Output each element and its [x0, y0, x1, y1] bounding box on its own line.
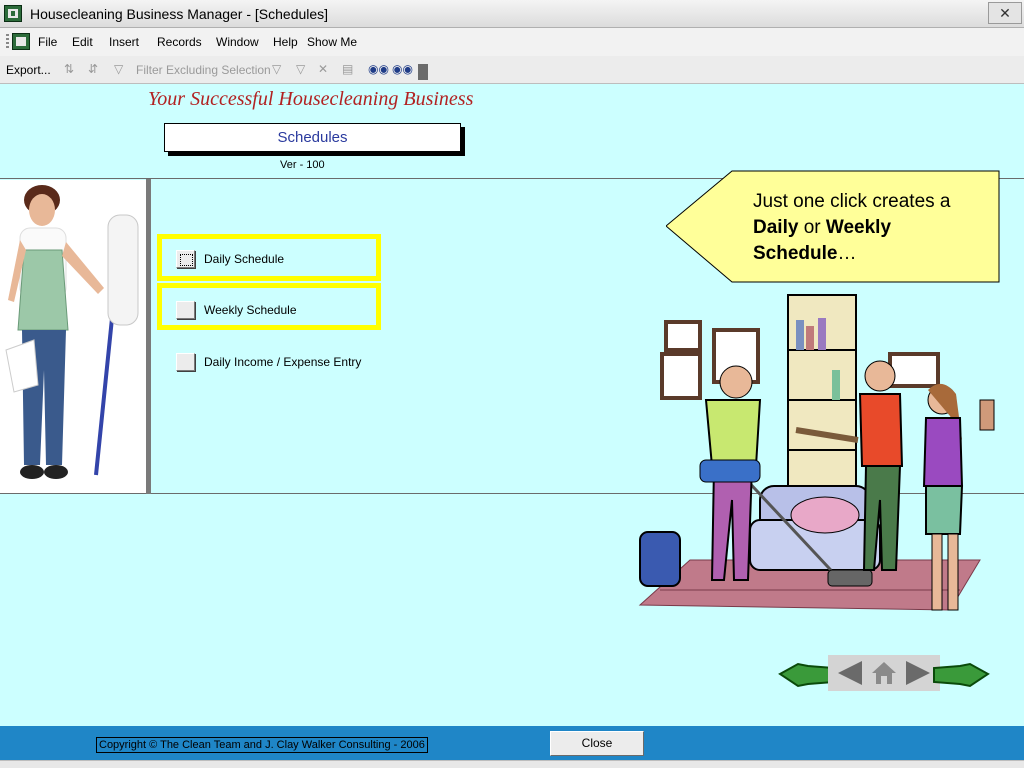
- form-icon[interactable]: [12, 33, 30, 50]
- next-arrow-icon[interactable]: [904, 659, 932, 687]
- menu-bar: File Edit Insert Records Window Help Sho…: [0, 28, 1024, 56]
- income-expense-entry-label[interactable]: Daily Income / Expense Entry: [204, 355, 361, 369]
- home-icon[interactable]: [870, 659, 898, 687]
- remove-filter-icon[interactable]: ▽: [296, 62, 305, 76]
- record-navigation: [828, 655, 940, 691]
- menu-insert[interactable]: Insert: [109, 35, 139, 49]
- app-icon: [4, 5, 22, 22]
- toolbar-options-icon[interactable]: [418, 64, 428, 80]
- toolbar: Export... ⇅ ⇵ ▽ Filter Excluding Selecti…: [0, 56, 1024, 84]
- daily-schedule-button[interactable]: [176, 250, 195, 268]
- menu-show-me[interactable]: Show Me: [307, 35, 357, 49]
- status-bar: [0, 760, 1024, 768]
- housekeeper-photo: [0, 180, 146, 493]
- callout-daily: Daily: [753, 217, 799, 238]
- toolbar-grip-icon[interactable]: [6, 34, 9, 50]
- filter-excluding-selection-button[interactable]: Filter Excluding Selection: [136, 63, 271, 77]
- menu-records[interactable]: Records: [157, 35, 202, 49]
- callout-text: Just one click creates a Daily or Weekly…: [753, 189, 983, 267]
- callout-text-or: or: [798, 217, 826, 238]
- window-close-button[interactable]: ✕: [988, 2, 1022, 24]
- copyright-notice: Copyright © The Clean Team and J. Clay W…: [96, 737, 428, 753]
- right-pointing-hand-icon: [933, 662, 990, 688]
- housekeeper-illustration-icon: [5, 185, 139, 479]
- find-next-icon[interactable]: ◉◉: [392, 62, 413, 76]
- close-button[interactable]: Close: [550, 731, 644, 756]
- callout-text-intro: Just one click creates a: [753, 191, 951, 212]
- title-bar: Housecleaning Business Manager - [Schedu…: [0, 0, 1024, 28]
- cleaning-team-illustration: [638, 294, 995, 611]
- find-icon[interactable]: ◉◉: [368, 62, 389, 76]
- weekly-schedule-label[interactable]: Weekly Schedule: [204, 303, 297, 317]
- weekly-schedule-button[interactable]: [176, 301, 195, 319]
- new-record-icon[interactable]: ▤: [342, 62, 353, 76]
- callout-ellipsis: …: [837, 243, 857, 264]
- brand-heading: Your Successful Housecleaning Business: [148, 88, 474, 110]
- vertical-divider: [146, 179, 151, 494]
- previous-arrow-icon[interactable]: [836, 659, 864, 687]
- filter-by-form-icon[interactable]: ▽: [272, 62, 281, 76]
- menu-window[interactable]: Window: [216, 35, 259, 49]
- menu-edit[interactable]: Edit: [72, 35, 93, 49]
- menu-file[interactable]: File: [38, 35, 57, 49]
- window-title: Housecleaning Business Manager - [Schedu…: [30, 6, 329, 22]
- filter-icon[interactable]: ▽: [114, 62, 123, 76]
- daily-schedule-label[interactable]: Daily Schedule: [204, 252, 284, 266]
- sort-ascending-icon[interactable]: ⇅: [64, 62, 74, 76]
- menu-help[interactable]: Help: [273, 35, 298, 49]
- form-title: Schedules: [277, 129, 348, 146]
- sort-descending-icon[interactable]: ⇵: [88, 62, 98, 76]
- income-expense-entry-button[interactable]: [176, 353, 195, 371]
- version-label: Ver - 100: [280, 159, 325, 171]
- delete-record-icon[interactable]: ✕: [318, 62, 328, 76]
- export-button[interactable]: Export...: [6, 63, 51, 77]
- form-title-box: Schedules: [164, 123, 461, 152]
